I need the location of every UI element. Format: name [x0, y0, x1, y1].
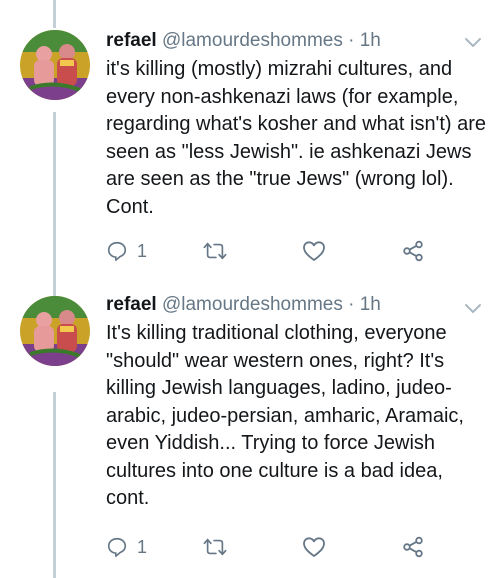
timestamp[interactable]: 1h: [360, 30, 381, 51]
like-button[interactable]: [302, 236, 326, 266]
like-button[interactable]: [302, 532, 326, 562]
share-icon: [402, 240, 424, 262]
tweet-text: it's killing (mostly) mizrahi cultures, …: [106, 58, 487, 218]
share-icon: [402, 536, 424, 558]
tweet[interactable]: refael @lamourdeshommes · 1h It's killin…: [0, 286, 500, 578]
author-handle[interactable]: @lamourdeshommes: [162, 30, 343, 51]
retweet-icon: [203, 240, 227, 262]
author-name[interactable]: refael: [106, 30, 157, 51]
separator-dot: ·: [348, 30, 355, 51]
reply-count: 1: [137, 536, 148, 557]
share-button[interactable]: [402, 236, 424, 266]
reply-icon: [106, 536, 128, 558]
retweet-button[interactable]: [203, 236, 227, 266]
tweet-header: refael @lamourdeshommes · 1h: [106, 28, 381, 54]
heart-icon: [302, 240, 326, 262]
tweet-text: It's killing traditional clothing, every…: [106, 322, 464, 509]
tweet[interactable]: refael @lamourdeshommes · 1h it's killin…: [0, 0, 500, 286]
tweet-header: refael @lamourdeshommes · 1h: [106, 292, 381, 318]
retweet-button[interactable]: [203, 532, 227, 562]
share-button[interactable]: [402, 532, 424, 562]
timestamp[interactable]: 1h: [360, 294, 381, 315]
avatar[interactable]: [20, 30, 90, 100]
author-handle[interactable]: @lamourdeshommes: [162, 294, 343, 315]
separator-dot: ·: [348, 294, 355, 315]
reply-button[interactable]: 1: [106, 532, 147, 562]
tweet-actions: 1: [106, 532, 446, 562]
avatar-illustration: [20, 296, 90, 366]
retweet-icon: [203, 536, 227, 558]
reply-button[interactable]: 1: [106, 236, 147, 266]
chevron-down-icon[interactable]: [464, 36, 482, 50]
chevron-down-icon[interactable]: [464, 302, 482, 316]
tweet-actions: 1: [106, 236, 446, 266]
heart-icon: [302, 536, 326, 558]
avatar[interactable]: [20, 296, 90, 366]
author-name[interactable]: refael: [106, 294, 157, 315]
reply-icon: [106, 240, 128, 262]
avatar-illustration: [20, 30, 90, 100]
reply-count: 1: [137, 240, 148, 261]
